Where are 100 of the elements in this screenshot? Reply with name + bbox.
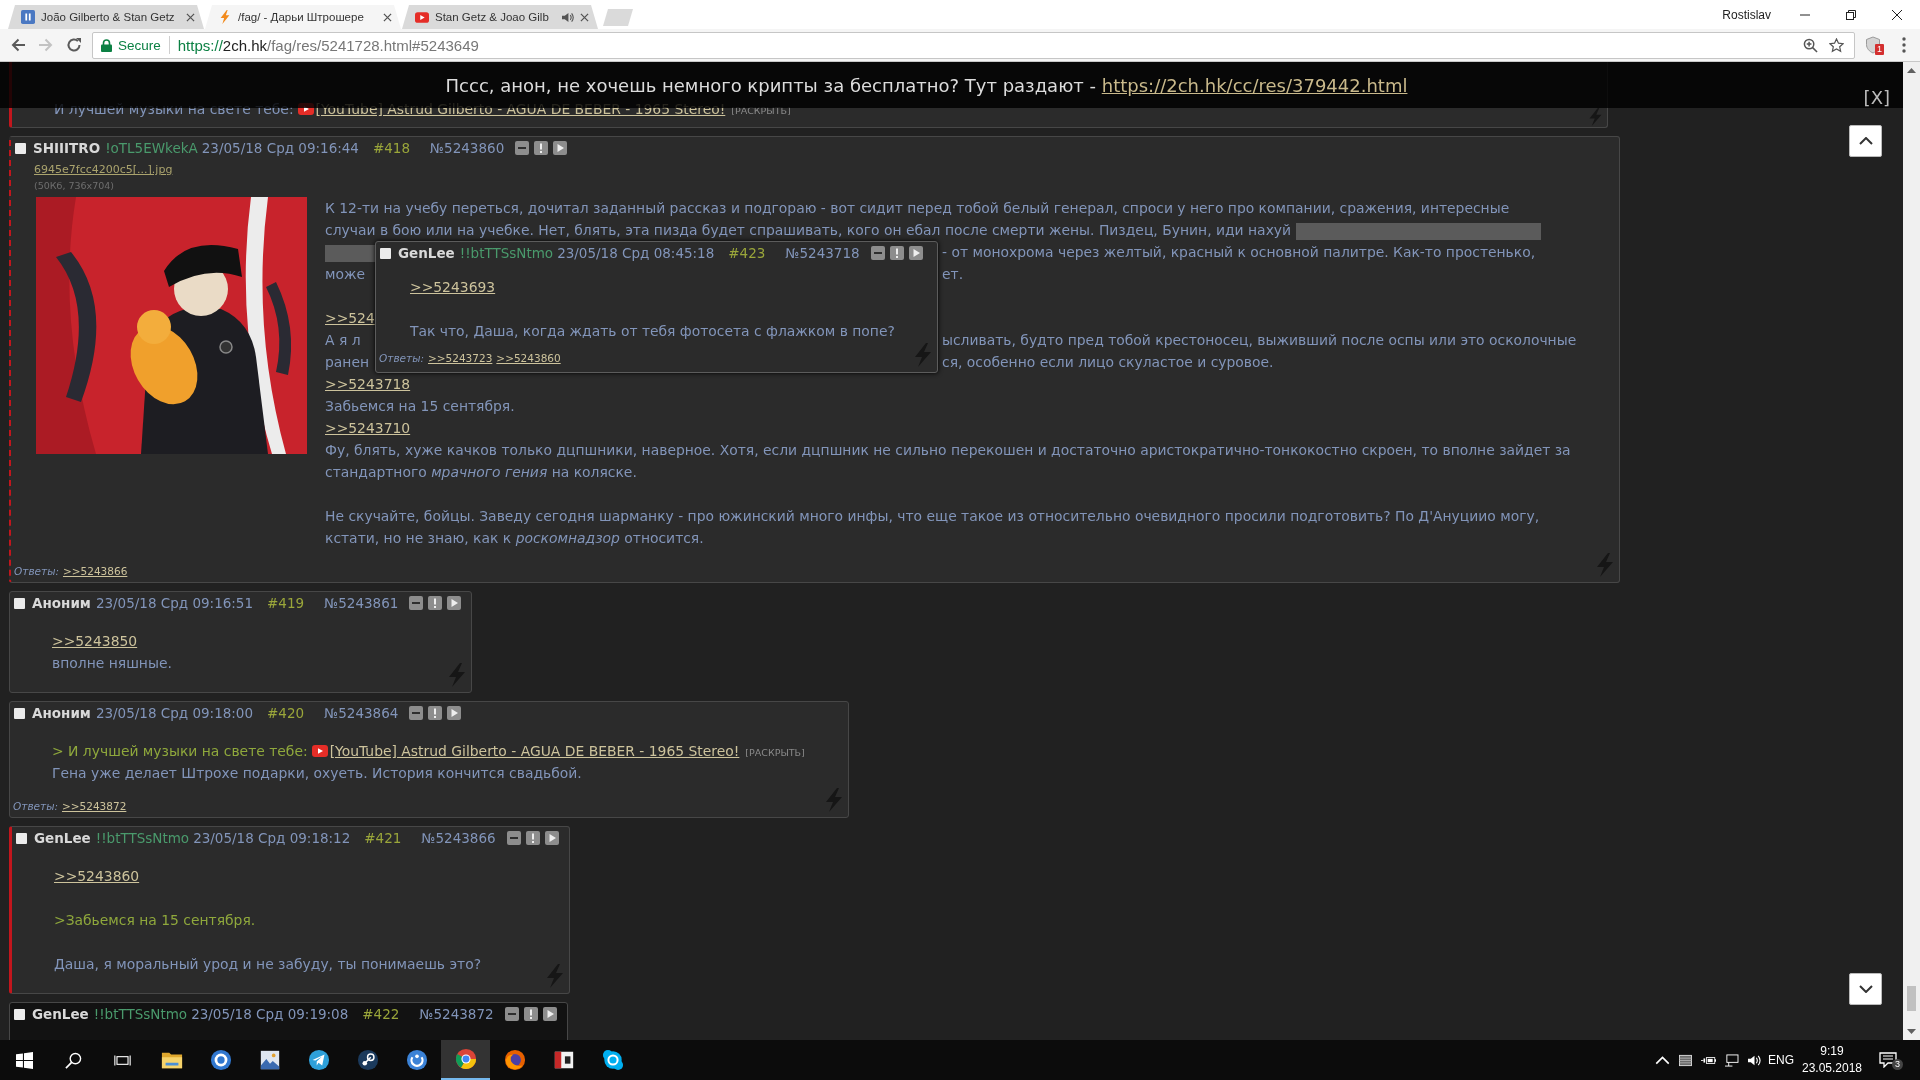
- taskbar-button[interactable]: [441, 1040, 490, 1080]
- post-number[interactable]: #420: [267, 705, 305, 721]
- post-text: ысливать, будто пред тобой крестоносец, выживший после оспы или это осколочные: [942, 332, 1577, 348]
- play-icon[interactable]: [542, 1007, 557, 1021]
- card-app-icon[interactable]: [552, 1049, 575, 1071]
- reply-link[interactable]: >>5243693: [410, 279, 496, 295]
- file-link[interactable]: 6945e7fcc4200c5[...].jpg: [34, 161, 173, 179]
- minimize-icon[interactable]: [1800, 13, 1810, 16]
- play-icon[interactable]: [544, 831, 559, 845]
- play-icon: [311, 745, 328, 757]
- chevron-up-icon[interactable]: [1655, 1053, 1670, 1067]
- language-indicator[interactable]: ENG: [1766, 1053, 1796, 1067]
- reply-link[interactable]: >>5243710: [325, 420, 411, 436]
- play-icon[interactable]: [908, 246, 923, 260]
- arrow-up-icon[interactable]: [1907, 68, 1916, 73]
- url-text[interactable]: https://2ch.hk/fag/res/5241728.html#5243649: [177, 36, 479, 54]
- scroll-down-button[interactable]: [1849, 973, 1882, 1005]
- expand-link[interactable]: [РАСКРЫТЬ]: [731, 105, 791, 116]
- search-icon[interactable]: [65, 1051, 82, 1069]
- post-id[interactable]: №5243866: [421, 830, 496, 846]
- minus-icon[interactable]: [504, 1007, 519, 1021]
- post-number[interactable]: #422: [362, 1006, 400, 1022]
- restore-icon[interactable]: [1846, 9, 1856, 20]
- minus-icon[interactable]: [409, 706, 424, 720]
- menu-icon[interactable]: [1902, 37, 1906, 53]
- minus-icon[interactable]: [409, 596, 424, 610]
- post-number[interactable]: #423: [728, 245, 766, 261]
- exclamation-icon[interactable]: [534, 141, 549, 155]
- reply-link[interactable]: >>5243860: [54, 868, 140, 884]
- expand-link[interactable]: [РАСКРЫТЬ]: [745, 747, 805, 758]
- reply-link[interactable]: >>5243860: [496, 352, 561, 364]
- post-number[interactable]: #419: [267, 595, 305, 611]
- star-icon[interactable]: [1829, 37, 1844, 53]
- device-icon[interactable]: [1678, 1053, 1693, 1067]
- banner-link[interactable]: https://2ch.hk/cc/res/379442.html: [1101, 75, 1408, 96]
- reply-link[interactable]: >>524: [325, 310, 375, 326]
- post-number[interactable]: #418: [372, 140, 411, 156]
- ring-app-icon[interactable]: [209, 1049, 232, 1071]
- exclamation-icon[interactable]: [428, 706, 443, 720]
- play-icon[interactable]: [447, 706, 462, 720]
- scrollbar-thumb[interactable]: [1907, 986, 1916, 1011]
- chrome-icon[interactable]: [454, 1048, 477, 1070]
- post-id[interactable]: №5243860: [430, 140, 505, 156]
- clock-date[interactable]: 23.05.2018: [1801, 1060, 1863, 1077]
- firefox-icon[interactable]: [503, 1049, 526, 1071]
- arrow-down-icon[interactable]: [1907, 1029, 1916, 1034]
- paper-plane-icon[interactable]: [307, 1049, 330, 1071]
- picture-icon[interactable]: [258, 1049, 281, 1071]
- close-icon[interactable]: [383, 12, 392, 22]
- windows-icon[interactable]: [16, 1051, 33, 1069]
- notification-icon[interactable]: [1879, 1052, 1897, 1068]
- exclamation-icon[interactable]: [428, 596, 443, 610]
- banner-close[interactable]: [X]: [1863, 88, 1890, 108]
- exclamation-icon[interactable]: [889, 246, 904, 260]
- browser-tab[interactable]: /fag/ - Дарьи Штрошере: [205, 5, 401, 29]
- scroll-up-button[interactable]: [1849, 125, 1882, 157]
- address-bar[interactable]: Secure https://2ch.hk/fag/res/5241728.html#5243649: [92, 31, 1855, 59]
- speaker-icon[interactable]: [561, 11, 574, 23]
- steam-icon[interactable]: [356, 1049, 379, 1071]
- clock-time[interactable]: 9:19: [1820, 1043, 1844, 1060]
- post-text: кстати, но не знаю, как к роскомнадзор относится.: [325, 530, 704, 546]
- minus-icon[interactable]: [870, 246, 885, 260]
- post-checkbox[interactable]: [380, 247, 391, 259]
- post-checkbox[interactable]: [14, 707, 25, 719]
- post-id[interactable]: №5243872: [419, 1006, 494, 1022]
- swirl-app-icon[interactable]: [405, 1049, 428, 1071]
- close-icon[interactable]: [1892, 9, 1902, 20]
- reload-icon[interactable]: [66, 37, 82, 53]
- skype-icon[interactable]: [601, 1049, 624, 1071]
- security-label[interactable]: Secure: [118, 37, 161, 53]
- exclamation-icon[interactable]: [523, 1007, 538, 1021]
- play-icon[interactable]: [447, 596, 462, 610]
- post-checkbox[interactable]: [16, 832, 27, 844]
- minus-icon[interactable]: [506, 831, 521, 845]
- post-checkbox[interactable]: [14, 597, 25, 609]
- video-link[interactable]: [YouTube] Astrud Gilberto - AGUA DE BEBER - 1965 Stereo!: [329, 743, 740, 759]
- minus-icon[interactable]: [515, 141, 530, 155]
- profile-name[interactable]: Rostislav: [1722, 7, 1771, 22]
- reply-link[interactable]: >>5243850: [52, 633, 138, 649]
- volume-icon[interactable]: [1747, 1053, 1762, 1067]
- post-checkbox[interactable]: [15, 142, 26, 154]
- browser-tab[interactable]: Stan Getz & Joao Gilb: [402, 5, 598, 29]
- back-icon[interactable]: [10, 37, 26, 53]
- reply-link[interactable]: >>5243866: [63, 565, 128, 577]
- thumbnail-drawing[interactable]: [36, 197, 307, 454]
- zoom-icon[interactable]: [1803, 37, 1818, 53]
- reply-link[interactable]: >>5243872: [62, 800, 127, 812]
- browser-tab[interactable]: João Gilberto & Stan Getz: [8, 5, 204, 29]
- post-id[interactable]: №5243864: [324, 705, 399, 721]
- reply-link[interactable]: >>5243723: [428, 352, 493, 364]
- video-link[interactable]: [YouTube] Astrud Gilberto - AGUA DE BEBER - 1965 Stereo!: [315, 101, 726, 117]
- scrollbar[interactable]: [1903, 62, 1920, 1040]
- post-number[interactable]: #421: [364, 830, 402, 846]
- network-icon[interactable]: [1724, 1053, 1739, 1067]
- play-icon[interactable]: [553, 141, 568, 155]
- post-id[interactable]: №5243861: [324, 595, 399, 611]
- reply-link[interactable]: >>5243718: [325, 376, 411, 392]
- exclamation-icon[interactable]: [525, 831, 540, 845]
- post-id[interactable]: №5243718: [785, 245, 860, 261]
- post-checkbox[interactable]: [14, 1008, 25, 1020]
